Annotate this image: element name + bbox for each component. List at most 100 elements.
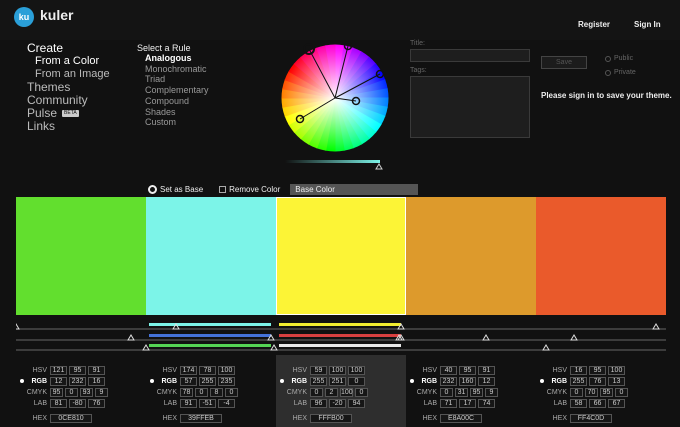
- tags-input[interactable]: [410, 76, 530, 138]
- cmyk-value-field[interactable]: 9: [485, 388, 498, 397]
- rgb-value-field[interactable]: 160: [459, 377, 476, 386]
- color-swatch[interactable]: [146, 197, 276, 315]
- lab-value-field[interactable]: 58: [570, 399, 587, 408]
- cmyk-value-field[interactable]: 70: [585, 388, 598, 397]
- lab-value-field[interactable]: -80: [69, 399, 86, 408]
- cmyk-value-field[interactable]: 95: [600, 388, 613, 397]
- slider-handle[interactable]: [270, 344, 278, 351]
- hsv-value-field[interactable]: 100: [608, 366, 625, 375]
- rgb-value-field[interactable]: 255: [199, 377, 216, 386]
- cmyk-value-field[interactable]: 93: [80, 388, 93, 397]
- rule-option[interactable]: Custom: [137, 117, 209, 128]
- sign-in-link[interactable]: Sign In: [634, 20, 661, 29]
- lab-value-field[interactable]: 91: [180, 399, 197, 408]
- cmyk-value-field[interactable]: 0: [355, 388, 368, 397]
- cmyk-value-field[interactable]: 0: [310, 388, 323, 397]
- hsv-value-field[interactable]: 100: [348, 366, 365, 375]
- rule-option[interactable]: Shades: [137, 107, 209, 118]
- hsv-value-field[interactable]: 40: [440, 366, 457, 375]
- slider-handle[interactable]: [652, 323, 660, 330]
- cmyk-value-field[interactable]: 95: [50, 388, 63, 397]
- private-radio[interactable]: [605, 69, 611, 76]
- lab-value-field[interactable]: -20: [329, 399, 346, 408]
- lab-value-field[interactable]: 71: [440, 399, 457, 408]
- color-sliders[interactable]: [12, 318, 666, 354]
- lab-value-field[interactable]: 66: [589, 399, 606, 408]
- slider-handle[interactable]: [12, 323, 20, 330]
- public-radio[interactable]: [605, 55, 611, 62]
- hex-value-field[interactable]: FFFB00: [310, 414, 352, 423]
- hsv-value-field[interactable]: 16: [570, 366, 587, 375]
- cmyk-value-field[interactable]: 0: [225, 388, 238, 397]
- color-swatch[interactable]: [16, 197, 146, 315]
- cmyk-value-field[interactable]: 0: [440, 388, 453, 397]
- rgb-value-field[interactable]: 16: [88, 377, 105, 386]
- hsv-value-field[interactable]: 174: [180, 366, 197, 375]
- hsv-value-field[interactable]: 100: [329, 366, 346, 375]
- slider-handle[interactable]: [127, 334, 135, 341]
- rgb-value-field[interactable]: 13: [608, 377, 625, 386]
- rgb-value-field[interactable]: 232: [69, 377, 86, 386]
- remove-icon[interactable]: [219, 186, 227, 193]
- rule-option[interactable]: Compound: [137, 96, 209, 107]
- rule-option[interactable]: Monochromatic: [137, 64, 209, 75]
- title-input[interactable]: [410, 49, 530, 62]
- lab-value-field[interactable]: 17: [459, 399, 476, 408]
- lab-value-field[interactable]: -4: [218, 399, 235, 408]
- rgb-value-field[interactable]: 232: [440, 377, 457, 386]
- hsv-value-field[interactable]: 59: [310, 366, 327, 375]
- lab-value-field[interactable]: 74: [478, 399, 495, 408]
- hsv-value-field[interactable]: 95: [69, 366, 86, 375]
- hsv-value-field[interactable]: 91: [478, 366, 495, 375]
- nav-from-a-color[interactable]: From a Color: [27, 55, 110, 68]
- save-button[interactable]: Save: [541, 56, 587, 69]
- brightness-slider[interactable]: [285, 160, 380, 163]
- lab-value-field[interactable]: 81: [50, 399, 67, 408]
- color-swatch[interactable]: [406, 197, 536, 315]
- rgb-value-field[interactable]: 251: [329, 377, 346, 386]
- rule-option[interactable]: Triad: [137, 74, 209, 85]
- nav-links[interactable]: Links: [27, 120, 110, 133]
- rgb-value-field[interactable]: 76: [589, 377, 606, 386]
- color-swatch[interactable]: [276, 197, 406, 315]
- cmyk-value-field[interactable]: 78: [180, 388, 193, 397]
- slider-handle[interactable]: [542, 344, 550, 351]
- color-swatch[interactable]: [536, 197, 666, 315]
- lab-value-field[interactable]: 94: [348, 399, 365, 408]
- cmyk-value-field[interactable]: 0: [195, 388, 208, 397]
- set-as-base-button[interactable]: Set as Base: [160, 185, 203, 194]
- nav-create[interactable]: Create: [27, 42, 110, 55]
- hsv-value-field[interactable]: 95: [459, 366, 476, 375]
- lab-value-field[interactable]: 96: [310, 399, 327, 408]
- kuler-logo-icon[interactable]: ku: [14, 7, 34, 27]
- cmyk-value-field[interactable]: 0: [65, 388, 78, 397]
- register-link[interactable]: Register: [578, 20, 610, 29]
- hsv-value-field[interactable]: 78: [199, 366, 216, 375]
- rule-option[interactable]: Complementary: [137, 85, 209, 96]
- rgb-value-field[interactable]: 12: [478, 377, 495, 386]
- brightness-handle[interactable]: [375, 163, 383, 170]
- rgb-value-field[interactable]: 57: [180, 377, 197, 386]
- rgb-value-field[interactable]: 255: [310, 377, 327, 386]
- rgb-value-field[interactable]: 255: [570, 377, 587, 386]
- hex-value-field[interactable]: FF4C0D: [570, 414, 612, 423]
- color-wheel[interactable]: [280, 40, 390, 175]
- hsv-value-field[interactable]: 121: [50, 366, 67, 375]
- lab-value-field[interactable]: -51: [199, 399, 216, 408]
- hex-value-field[interactable]: 39FFEB: [180, 414, 222, 423]
- cmyk-value-field[interactable]: 95: [470, 388, 483, 397]
- cmyk-value-field[interactable]: 9: [95, 388, 108, 397]
- rgb-value-field[interactable]: 235: [218, 377, 235, 386]
- target-icon[interactable]: [148, 185, 157, 194]
- cmyk-value-field[interactable]: 8: [210, 388, 223, 397]
- rule-option[interactable]: Analogous: [137, 53, 209, 64]
- cmyk-value-field[interactable]: 0: [615, 388, 628, 397]
- slider-handle[interactable]: [570, 334, 578, 341]
- slider-handle[interactable]: [482, 334, 490, 341]
- cmyk-value-field[interactable]: 0: [570, 388, 583, 397]
- hsv-value-field[interactable]: 91: [88, 366, 105, 375]
- slider-handle[interactable]: [142, 344, 150, 351]
- lab-value-field[interactable]: 67: [608, 399, 625, 408]
- hsv-value-field[interactable]: 100: [218, 366, 235, 375]
- rgb-value-field[interactable]: 0: [348, 377, 365, 386]
